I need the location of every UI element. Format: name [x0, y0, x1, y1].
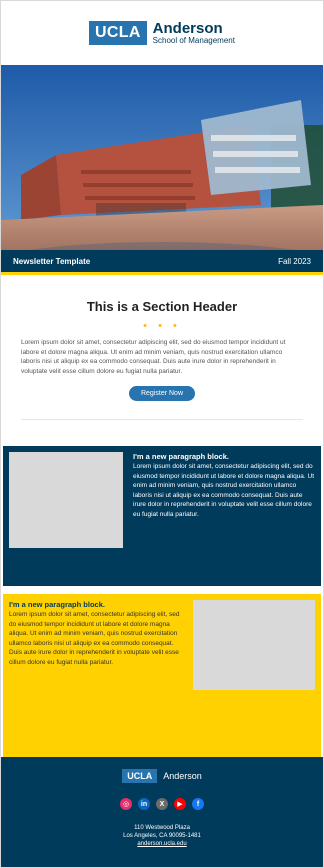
dark-block-heading: I'm a new paragraph block.	[133, 452, 229, 462]
youtube-icon[interactable]: ▶	[174, 798, 186, 810]
address-block: 110 Westwood Plaza Los Angeles, CA 90095…	[1, 824, 323, 848]
newsletter-page: UCLA Anderson School of Management Newsl…	[0, 0, 324, 868]
footer-anderson-label: Anderson	[163, 771, 202, 781]
image-placeholder	[9, 452, 123, 549]
season-label: Fall 2023	[278, 256, 311, 266]
decorative-dots: • • •	[143, 320, 181, 332]
logo-subtitle: School of Management	[152, 35, 235, 45]
dark-paragraph-block: I'm a new paragraph block. Lorem ipsum d…	[3, 446, 321, 587]
address-line-1: 110 Westwood Plaza	[134, 825, 190, 831]
intro-section: This is a Section Header • • • Lorem ips…	[1, 275, 323, 438]
yellow-paragraph-block: I'm a new paragraph block. Lorem ipsum d…	[3, 594, 321, 777]
yellow-block-body: Lorem ipsum dolor sit amet, consectetur …	[9, 610, 180, 666]
address-line-2: Los Angeles, CA 90095-1481	[123, 833, 201, 839]
logo-name: Anderson	[152, 19, 223, 37]
linkedin-icon[interactable]: in	[138, 798, 150, 810]
dark-block-text: I'm a new paragraph block. Lorem ipsum d…	[123, 452, 315, 580]
footer-logo: UCLA Anderson	[122, 769, 202, 783]
section-divider	[21, 419, 303, 421]
hero-image: Newsletter Template Fall 2023	[1, 65, 323, 275]
section-header: This is a Section Header	[86, 299, 238, 314]
header-logo: UCLA Anderson School of Management	[1, 1, 323, 65]
footer: UCLA Anderson ◎ in X ▶ f 110 Westwood Pl…	[1, 757, 323, 867]
yellow-block-text: I'm a new paragraph block. Lorem ipsum d…	[9, 600, 193, 764]
x-icon[interactable]: X	[156, 798, 168, 810]
instagram-icon[interactable]: ◎	[120, 798, 132, 810]
register-now-button[interactable]: Register Now	[128, 386, 195, 402]
website-link[interactable]: anderson.ucla.edu	[137, 841, 186, 847]
section-body-text: Lorem ipsum dolor sit amet, consectetur …	[21, 339, 286, 375]
footer-ucla-badge: UCLA	[122, 769, 158, 783]
yellow-block-heading: I'm a new paragraph block.	[9, 600, 105, 610]
social-icons: ◎ in X ▶ f	[1, 798, 323, 810]
image-placeholder	[193, 600, 315, 691]
newsletter-template-label: Newsletter Template	[13, 256, 91, 266]
ucla-logo-badge: UCLA	[89, 21, 147, 45]
hero-caption-bar: Newsletter Template Fall 2023	[1, 250, 323, 275]
hero-building-illustration	[1, 65, 323, 275]
logo-text: Anderson School of Management	[153, 21, 235, 45]
facebook-icon[interactable]: f	[192, 798, 204, 810]
dark-block-body: Lorem ipsum dolor sit amet, consectetur …	[133, 462, 315, 518]
